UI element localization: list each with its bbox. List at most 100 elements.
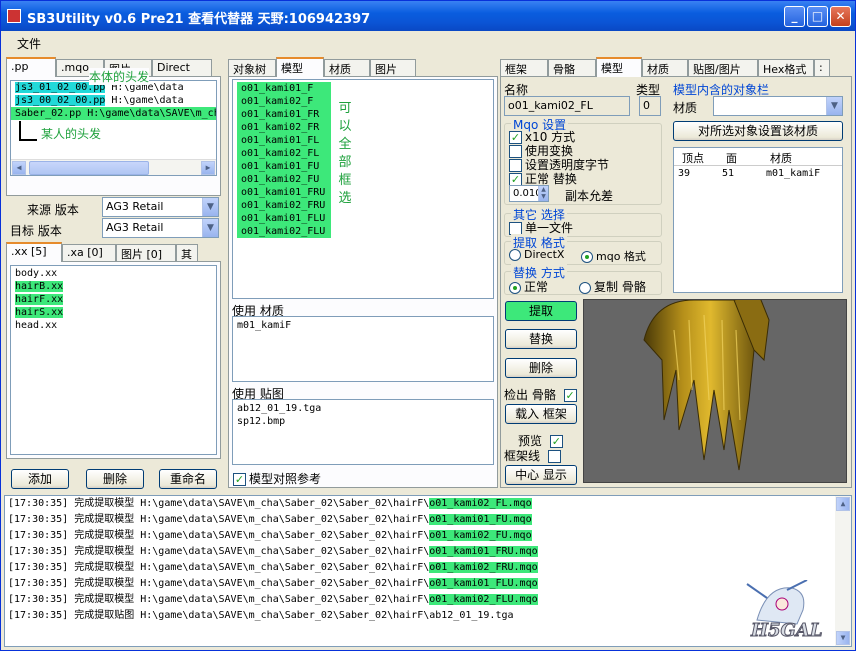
watermark-text: H5GAL <box>751 620 824 642</box>
menu-file[interactable]: 文件 <box>17 35 41 52</box>
model-compare-option[interactable]: ✓ 模型对照参考 <box>233 470 321 487</box>
scroll-down-icon[interactable]: ▼ <box>836 631 850 645</box>
list-item[interactable]: o01_kami01_FRU <box>237 186 325 199</box>
vertical-scrollbar[interactable]: ▲ ▼ <box>835 496 851 646</box>
log-output[interactable]: [17:30:35] 完成提取模型 H:\game\data\SAVE\m_ch… <box>4 495 852 647</box>
annotation-select-all: 可 以 全 部 框 选 <box>338 101 352 206</box>
bone-detect-option[interactable]: 检出 骨骼 ✓ <box>504 386 580 403</box>
frame-line-option[interactable]: 框架线 <box>504 447 564 464</box>
tab-hex[interactable]: Hex格式 <box>758 59 814 77</box>
table-row[interactable]: 39 51 m01_kamiF <box>674 166 842 182</box>
name-field[interactable]: o01_kami02_FL <box>504 96 630 116</box>
list-item[interactable]: o01_kami01_FU <box>237 160 325 173</box>
center-view-button[interactable]: 中心 显示 <box>505 465 577 485</box>
3d-preview-viewport[interactable] <box>583 299 847 483</box>
scroll-up-icon[interactable]: ▲ <box>836 497 850 511</box>
tab-image-count[interactable]: 图片 [0] <box>116 244 176 262</box>
set-material-button[interactable]: 对所选对象设置该材质 <box>673 121 843 141</box>
list-item[interactable]: o01_kami01_FL <box>237 134 325 147</box>
list-item[interactable]: o01_kami01_FLU <box>237 212 325 225</box>
tab-model-right[interactable]: 模型 <box>596 57 642 77</box>
tab-overflow[interactable]: : <box>814 59 830 77</box>
model-detail-panel: 名称 o01_kami02_FL 类型 0 Mqo 设置 ✓ x10 方式 使用变… <box>500 76 852 488</box>
type-field[interactable]: 0 <box>639 96 661 116</box>
replace-button[interactable]: 替换 <box>505 329 577 349</box>
list-item[interactable]: head.xx <box>11 319 216 332</box>
tab-texture-image[interactable]: 贴图/图片 <box>688 59 758 77</box>
used-texture-list[interactable]: ab12_01_19.tga sp12.bmp <box>232 399 494 465</box>
radio[interactable] <box>581 251 593 263</box>
minimize-button[interactable]: _ <box>784 6 805 27</box>
column-header-material: 材质 <box>770 152 792 165</box>
list-item[interactable]: hairB.xx <box>11 280 216 293</box>
title-bar[interactable]: SB3Utility v0.6 Pre21 查看代替器 天野:106942397… <box>1 1 855 31</box>
add-button[interactable]: 添加 <box>11 469 69 489</box>
close-button[interactable]: ✕ <box>830 6 851 27</box>
used-material-list[interactable]: m01_kamiF <box>232 316 494 382</box>
maximize-button[interactable]: □ <box>807 6 828 27</box>
tab-material[interactable]: 材质 <box>324 59 370 77</box>
checkbox[interactable] <box>547 450 561 463</box>
tab-object-tree[interactable]: 对象树 <box>228 59 276 77</box>
list-item[interactable]: body.xx <box>11 267 216 280</box>
list-item[interactable]: o01_kami02_FLU <box>237 225 325 238</box>
load-frame-button[interactable]: 载入 框架 <box>505 404 577 424</box>
replace-copy-bone-option[interactable]: 复制 骨骼 <box>579 278 646 295</box>
tab-frame[interactable]: 框架 <box>500 59 548 77</box>
radio[interactable] <box>579 281 591 294</box>
list-item[interactable]: o01_kami02_FRU <box>237 199 325 212</box>
list-item[interactable]: o01_kami02_FL <box>237 147 325 160</box>
tab-xx[interactable]: .xx [5] <box>6 242 62 262</box>
list-item[interactable]: hairS.xx <box>11 306 216 319</box>
chevron-down-icon[interactable]: ▼ <box>826 97 842 115</box>
export-button[interactable]: 提取 <box>505 301 577 321</box>
list-item[interactable]: hairF.xx <box>11 293 216 306</box>
scroll-right-icon[interactable]: ▶ <box>201 161 215 175</box>
checkbox[interactable]: ✓ <box>563 389 577 402</box>
mesh-object-grid[interactable]: 顶点 面 材质 39 51 m01_kamiF <box>673 147 843 293</box>
horizontal-scrollbar[interactable]: ◀ ▶ <box>11 159 216 175</box>
format-mqo-option[interactable]: mqo 格式 <box>581 248 646 264</box>
tab-texture[interactable]: 图片 <box>370 59 416 77</box>
tab-direct[interactable]: Direct <box>152 59 212 77</box>
scroll-thumb[interactable] <box>29 161 149 175</box>
stepper-arrows-icon[interactable]: ▲ ▼ <box>538 186 548 201</box>
rename-button[interactable]: 重命名 <box>159 469 217 489</box>
radio[interactable] <box>509 249 521 261</box>
model-compare-checkbox[interactable]: ✓ <box>233 473 246 486</box>
list-item[interactable]: js3_00_02_00.pp H:\game\data <box>11 94 216 107</box>
list-item[interactable]: sp12.bmp <box>233 415 493 428</box>
delete-file-button[interactable]: 删除 <box>86 469 144 489</box>
source-version-select[interactable]: AG3 Retail ▼ <box>102 197 219 217</box>
scroll-left-icon[interactable]: ◀ <box>12 161 26 175</box>
tab-other[interactable]: 其 <box>176 244 198 262</box>
replace-normal-option[interactable]: 正常 <box>509 278 548 295</box>
mesh-list[interactable]: o01_kami01_F o01_kami02_F o01_kami01_FR … <box>232 79 494 299</box>
tab-model[interactable]: 模型 <box>276 57 324 77</box>
epsilon-stepper[interactable]: 0.010 ▲ ▼ <box>509 185 549 202</box>
xx-file-list[interactable]: body.xx hairB.xx hairF.xx hairS.xx head.… <box>10 265 217 455</box>
radio[interactable] <box>509 281 521 294</box>
chevron-down-icon[interactable]: ▼ <box>202 198 218 216</box>
tab-material-right[interactable]: 材质 <box>642 59 688 77</box>
material-select[interactable]: ▼ <box>713 96 843 116</box>
chevron-down-icon[interactable]: ▼ <box>202 219 218 237</box>
tab-xa[interactable]: .xa [0] <box>62 244 116 262</box>
sub-tab-strip: .xx [5] .xa [0] 图片 [0] 其 <box>6 242 221 262</box>
log-line: [17:30:35] 完成提取模型 H:\game\data\SAVE\m_ch… <box>8 562 538 573</box>
model-panel: o01_kami01_F o01_kami02_F o01_kami01_FR … <box>228 76 498 488</box>
list-item[interactable]: o01_kami01_F <box>237 82 325 95</box>
list-item[interactable]: o01_kami01_FR <box>237 108 325 121</box>
list-item[interactable]: ab12_01_19.tga <box>233 402 493 415</box>
list-item[interactable]: o01_kami02_FU <box>237 173 325 186</box>
mqo-settings-group: Mqo 设置 ✓ x10 方式 使用变换 设置透明度字节 ✓ 正常 替换 0.010… <box>504 116 662 205</box>
delete-mesh-button[interactable]: 删除 <box>505 358 577 378</box>
list-item[interactable]: m01_kamiF <box>233 319 493 332</box>
list-item[interactable]: o01_kami02_F <box>237 95 325 108</box>
target-version-select[interactable]: AG3 Retail ▼ <box>102 218 219 238</box>
tab-pp[interactable]: .pp <box>6 57 56 77</box>
list-item-selected[interactable]: Saber_02.pp H:\game\data\SAVE\m_cha <box>11 107 216 120</box>
list-item[interactable]: o01_kami02_FR <box>237 121 325 134</box>
tab-bone[interactable]: 骨骼 <box>548 59 596 77</box>
format-directx-option[interactable]: DirectX <box>509 248 564 261</box>
